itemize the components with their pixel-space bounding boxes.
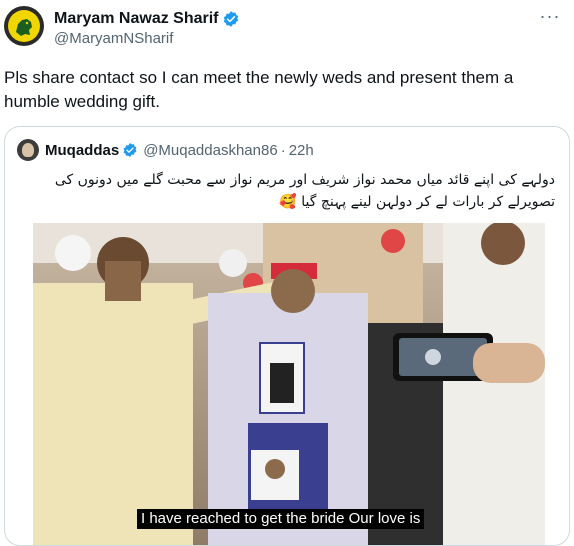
separator-dot: · (280, 141, 286, 159)
lion-logo-icon (16, 19, 32, 36)
quoted-tweet[interactable]: Muqaddas @Muqaddaskhan86 · 22h دولہے کی … (4, 126, 570, 546)
video-frame (33, 223, 545, 545)
verified-badge-icon (223, 11, 238, 27)
author-name-row: Maryam Nawaz Sharif (54, 9, 240, 29)
quoted-timestamp: 22h (288, 141, 314, 159)
quoted-tweet-header: Muqaddas @Muqaddaskhan86 · 22h (17, 139, 314, 161)
quoted-author-name: Muqaddas (45, 141, 120, 159)
video-caption: I have reached to get the bride Our love… (137, 509, 425, 529)
quoted-tweet-text: دولہے کی اپنے قائد میاں محمد نواز شریف ا… (54, 172, 555, 210)
verified-badge-icon (123, 143, 137, 157)
tweet-text: Pls share contact so I can meet the newl… (4, 68, 514, 111)
author-avatar[interactable] (4, 6, 44, 46)
tweet-header: Maryam Nawaz Sharif @MaryamNSharif ··· (0, 0, 574, 60)
more-icon[interactable]: ··· (538, 7, 562, 30)
quoted-author-handle: @Muqaddaskhan86 (143, 141, 278, 159)
author-handle[interactable]: @MaryamNSharif (54, 30, 173, 47)
author-name[interactable]: Maryam Nawaz Sharif (54, 10, 219, 28)
video-player[interactable]: I have reached to get the bride Our love… (33, 223, 545, 545)
quoted-author-avatar (17, 139, 39, 161)
